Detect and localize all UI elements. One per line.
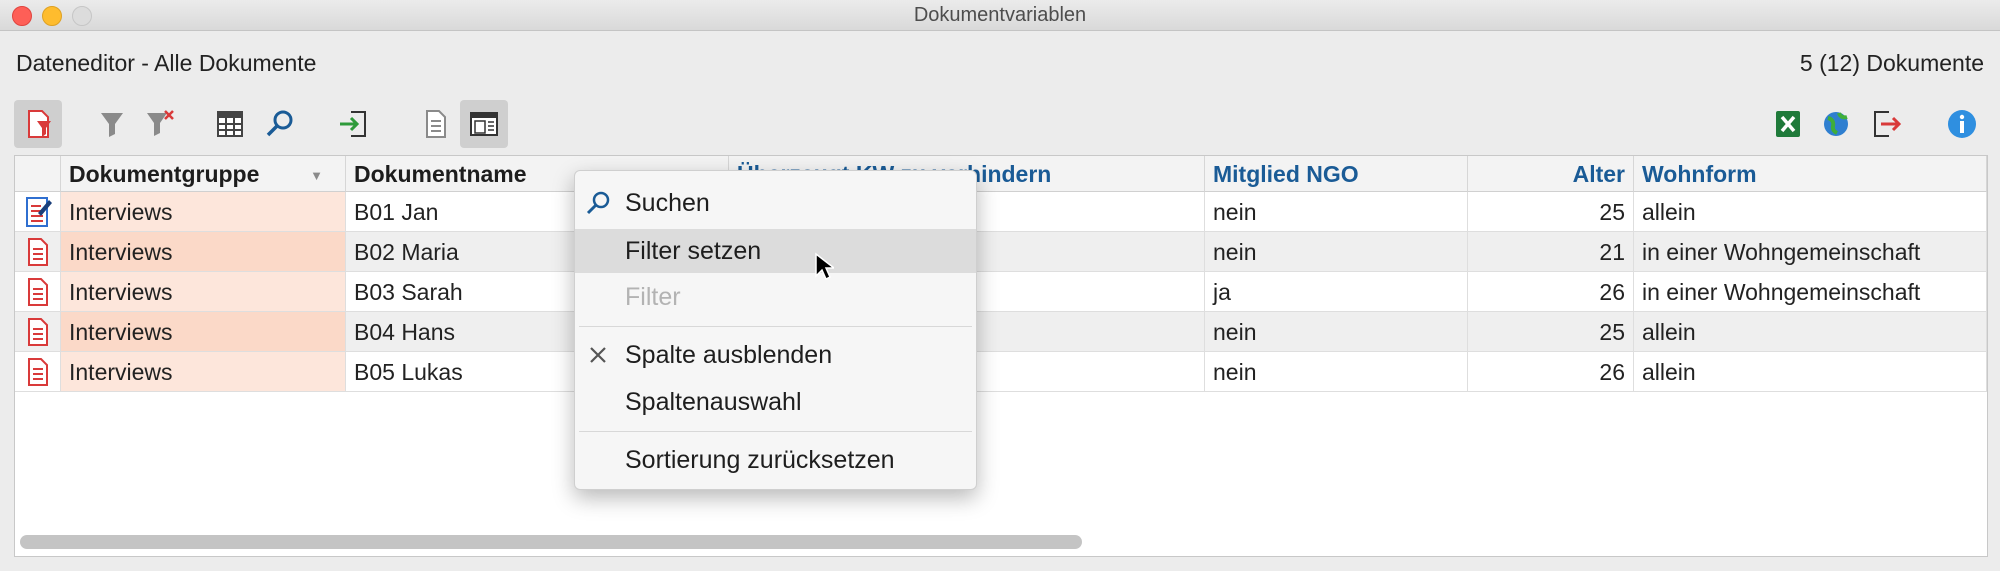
columns-icon [217, 111, 243, 137]
export-button[interactable] [1862, 100, 1910, 148]
detail-view-button[interactable] [460, 100, 508, 148]
table-row[interactable]: Interviews B02 Maria nein 21 in einer Wo… [15, 232, 1987, 272]
detail-view-icon [470, 112, 498, 136]
document-variables-table: Dokumentgruppe▼ Dokumentname Überzeugt K… [14, 155, 1988, 557]
search-button[interactable] [256, 100, 304, 148]
document-icon[interactable] [15, 232, 61, 272]
cell-dokumentgruppe[interactable]: Interviews [61, 232, 346, 272]
cell-mitglied-ngo[interactable]: ja [1205, 272, 1468, 312]
columns-button[interactable] [206, 100, 254, 148]
cell-mitglied-ngo[interactable]: nein [1205, 232, 1468, 272]
clear-filter-button[interactable] [136, 100, 184, 148]
document-edit-icon[interactable] [15, 192, 61, 232]
activate-documents-button[interactable] [14, 100, 62, 148]
clear-filter-icon [147, 110, 174, 136]
column-header-wohnform[interactable]: Wohnform [1634, 156, 1987, 192]
cell-mitglied-ngo[interactable]: nein [1205, 352, 1468, 392]
column-context-menu: Suchen Filter setzen Filter Spalte ausbl… [574, 170, 977, 490]
sort-indicator-icon: ▼ [310, 168, 323, 183]
menu-item-spaltenauswahl[interactable]: Spaltenauswahl [575, 380, 976, 424]
column-header-mitglied-ngo[interactable]: Mitglied NGO [1205, 156, 1468, 192]
filter-icon [101, 113, 123, 137]
cell-dokumentgruppe[interactable]: Interviews [61, 312, 346, 352]
column-header-alter[interactable]: Alter [1468, 156, 1634, 192]
cell-dokumentgruppe[interactable]: Interviews [61, 192, 346, 232]
import-button[interactable] [330, 100, 378, 148]
export-icon [1874, 111, 1902, 137]
cell-wohnform[interactable]: in einer Wohngemeinschaft [1634, 272, 1987, 312]
cell-wohnform[interactable]: allein [1634, 312, 1987, 352]
view-subtitle: Dateneditor - Alle Dokumente [16, 50, 317, 76]
excel-export-button[interactable] [1764, 100, 1812, 148]
filter-button[interactable] [88, 100, 136, 148]
table-row[interactable]: Interviews B01 Jan nein 25 allein [15, 192, 1987, 232]
cell-wohnform[interactable]: in einer Wohngemeinschaft [1634, 232, 1987, 272]
list-view-icon [426, 110, 446, 138]
cell-dokumentgruppe[interactable]: Interviews [61, 352, 346, 392]
horizontal-scrollbar[interactable] [20, 535, 1082, 549]
document-icon[interactable] [15, 272, 61, 312]
cell-mitglied-ngo[interactable]: nein [1205, 192, 1468, 232]
cell-mitglied-ngo[interactable]: nein [1205, 312, 1468, 352]
row-marker-header [15, 156, 61, 192]
info-icon [1948, 110, 1976, 138]
excel-export-icon [1776, 111, 1800, 137]
cell-alter[interactable]: 25 [1468, 312, 1634, 352]
activate-documents-icon [28, 110, 51, 138]
menu-item-sortierung-zuruecksetzen[interactable]: Sortierung zurücksetzen [575, 438, 976, 482]
import-icon [340, 111, 366, 137]
document-icon[interactable] [15, 352, 61, 392]
menu-item-spalte-ausblenden[interactable]: Spalte ausblenden [575, 333, 976, 377]
column-header-dokumentgruppe[interactable]: Dokumentgruppe ▼ [61, 156, 346, 192]
window-title: Dokumentvariablen [913, 4, 1087, 26]
cell-dokumentgruppe[interactable]: Interviews [61, 272, 346, 312]
web-export-button[interactable] [1812, 100, 1860, 148]
info-button[interactable] [1938, 100, 1986, 148]
menu-separator [579, 326, 972, 327]
web-export-icon [1824, 112, 1848, 136]
table-row[interactable]: Interviews B04 Hans nein 25 allein [15, 312, 1987, 352]
title-bar: Dokumentvariablen [0, 0, 2000, 31]
menu-item-suchen[interactable]: Suchen [575, 181, 976, 225]
cell-wohnform[interactable]: allein [1634, 352, 1987, 392]
document-icon[interactable] [15, 312, 61, 352]
search-icon [586, 191, 610, 215]
menu-item-filter-setzen[interactable]: Filter setzen [575, 229, 976, 273]
table-row[interactable]: Interviews B03 Sarah überzeugt ja 26 in … [15, 272, 1987, 312]
mouse-cursor-icon [815, 252, 834, 281]
list-view-button[interactable] [412, 100, 460, 148]
table-row[interactable]: Interviews B05 Lukas nein 26 allein [15, 352, 1987, 392]
menu-separator [579, 431, 972, 432]
cell-alter[interactable]: 25 [1468, 192, 1634, 232]
close-icon [590, 347, 606, 363]
cell-alter[interactable]: 26 [1468, 352, 1634, 392]
search-icon [266, 110, 293, 137]
menu-item-filter: Filter [625, 283, 681, 311]
cell-wohnform[interactable]: allein [1634, 192, 1987, 232]
cell-alter[interactable]: 26 [1468, 272, 1634, 312]
cell-alter[interactable]: 21 [1468, 232, 1634, 272]
document-count: 5 (12) Dokumente [1799, 50, 1984, 76]
